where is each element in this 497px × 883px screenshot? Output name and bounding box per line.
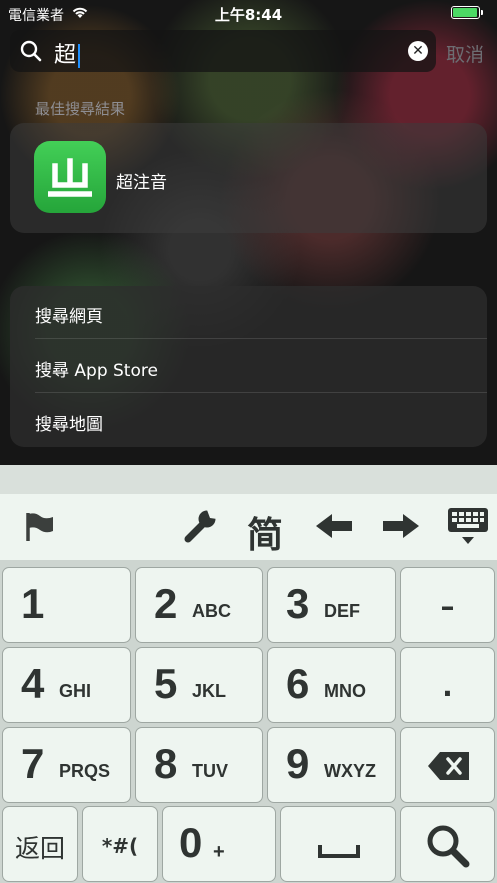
- key-letters: MNO: [324, 681, 366, 701]
- search-icon: [425, 823, 471, 873]
- spotlight-background: 電信業者 上午8:44 超 ✕ 取消 最佳搜尋結果 超注音 搜尋網頁 搜尋 Ap…: [0, 0, 497, 465]
- search-field[interactable]: 超 ✕: [10, 30, 436, 72]
- key-letters: PRQS: [59, 761, 111, 781]
- key-letters: WXYZ: [324, 761, 376, 781]
- key-digit: 5: [154, 660, 178, 707]
- suggestion-search-web[interactable]: 搜尋網頁: [10, 286, 487, 339]
- key-6[interactable]: 6 MNO: [267, 647, 396, 723]
- status-bar: 電信業者 上午8:44: [0, 0, 497, 26]
- key-digit: 9: [286, 740, 310, 787]
- key-symbol: .: [442, 670, 453, 703]
- app-icon[interactable]: [34, 141, 106, 213]
- key-letters: JKL: [192, 681, 227, 701]
- search-key[interactable]: [400, 806, 495, 882]
- keyboard-hide-icon[interactable]: [446, 506, 490, 550]
- key-digit: 6: [286, 660, 310, 707]
- key-digit: 8: [154, 740, 178, 787]
- key-label: 返回: [14, 834, 65, 863]
- key-digit: 1: [21, 580, 45, 627]
- key-label: *#(: [101, 834, 139, 858]
- key-digit: 4: [21, 660, 45, 707]
- key-digit: 2: [154, 580, 178, 627]
- keyboard-toolbar: 简: [0, 494, 497, 560]
- key-2[interactable]: 2 ABC: [135, 567, 263, 643]
- status-time: 上午8:44: [214, 6, 283, 24]
- search-query[interactable]: 超: [54, 37, 81, 69]
- suggestion-label: 搜尋網頁: [35, 307, 103, 327]
- best-result-heading: 最佳搜尋結果: [35, 100, 126, 118]
- key-letters: +: [213, 841, 225, 863]
- arrow-left-icon[interactable]: [313, 508, 355, 544]
- key-7[interactable]: 7 PRQS: [2, 727, 131, 803]
- key-dash[interactable]: –: [400, 567, 495, 643]
- symbols-key[interactable]: *#(: [82, 806, 158, 882]
- return-key[interactable]: 返回: [2, 806, 78, 882]
- space-icon: [317, 843, 361, 863]
- backspace-icon: [427, 751, 471, 785]
- divider: [35, 338, 487, 339]
- suggestion-label: 搜尋 App Store: [35, 361, 158, 381]
- battery-icon: [451, 6, 485, 19]
- suggestion-label: 搜尋地圖: [35, 415, 103, 435]
- key-digit: 7: [21, 740, 45, 787]
- suggestion-search-app-store[interactable]: 搜尋 App Store: [10, 340, 487, 393]
- simplified-toggle-button[interactable]: 简: [247, 506, 291, 556]
- app-name: 超注音: [116, 173, 167, 193]
- search-icon: [20, 40, 42, 62]
- key-0[interactable]: 0 +: [162, 806, 276, 882]
- key-dot[interactable]: .: [400, 647, 495, 723]
- clear-search-icon[interactable]: ✕: [408, 41, 428, 61]
- keyboard: 简 1 2 ABC 3 DEF – 4 GHI 5 JKL 6 MNO . 7 …: [0, 465, 497, 883]
- key-8[interactable]: 8 TUV: [135, 727, 263, 803]
- key-letters: DEF: [324, 601, 360, 621]
- backspace-key[interactable]: [400, 727, 495, 803]
- key-4[interactable]: 4 GHI: [2, 647, 131, 723]
- arrow-right-icon[interactable]: [380, 508, 422, 544]
- key-letters: TUV: [192, 761, 228, 781]
- flag-icon[interactable]: [22, 508, 58, 544]
- suggestion-search-maps[interactable]: 搜尋地圖: [10, 394, 487, 447]
- settings-wrench-icon[interactable]: [180, 508, 220, 544]
- key-digit: 3: [286, 580, 310, 627]
- key-5[interactable]: 5 JKL: [135, 647, 263, 723]
- key-letters: GHI: [59, 681, 92, 701]
- cancel-button[interactable]: 取消: [446, 40, 484, 67]
- key-3[interactable]: 3 DEF: [267, 567, 396, 643]
- space-key[interactable]: [280, 806, 396, 882]
- key-1[interactable]: 1: [2, 567, 131, 643]
- candidate-bar: [0, 465, 497, 494]
- key-symbol: –: [440, 590, 455, 623]
- key-letters: ABC: [192, 601, 231, 621]
- key-9[interactable]: 9 WXYZ: [267, 727, 396, 803]
- best-result-card[interactable]: 超注音: [10, 123, 487, 233]
- key-digit: 0: [179, 819, 203, 866]
- divider: [35, 392, 487, 393]
- search-suggestions: 搜尋網頁 搜尋 App Store 搜尋地圖: [10, 286, 487, 447]
